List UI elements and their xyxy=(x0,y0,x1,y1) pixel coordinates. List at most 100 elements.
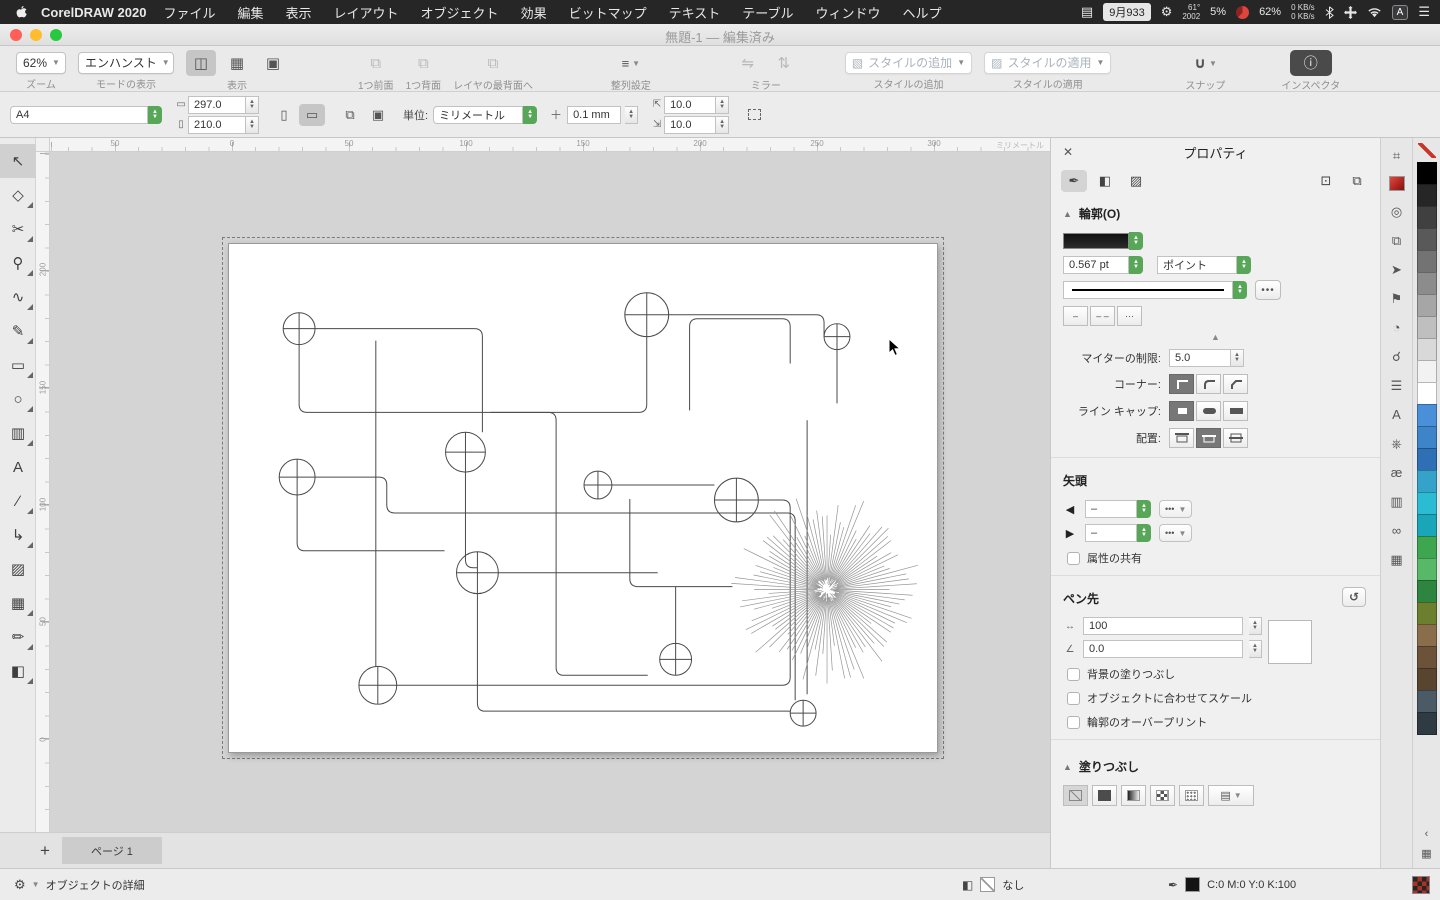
menu-item-2[interactable]: 編集 xyxy=(227,3,275,22)
snap-button[interactable]: ∪▼ xyxy=(1190,50,1220,76)
page-height-field[interactable]: 210.0 xyxy=(188,116,246,134)
fit-handles-docker-icon[interactable]: ⌗ xyxy=(1387,147,1407,164)
outline-color-swatch[interactable] xyxy=(1185,877,1200,892)
tab-fill[interactable]: ◧ xyxy=(1092,170,1118,192)
add-style-select[interactable]: ▧スタイルの追加▼ xyxy=(845,52,972,74)
round-cap-button[interactable] xyxy=(1196,401,1221,421)
all-pages-button[interactable]: ⧉ xyxy=(337,104,363,126)
object-data-docker-icon[interactable]: ◔ xyxy=(1387,319,1407,336)
object-styles-docker-icon[interactable]: ⚑ xyxy=(1387,290,1407,307)
overprint-outline-checkbox[interactable] xyxy=(1067,716,1080,729)
current-page-button[interactable]: ▣ xyxy=(365,104,391,126)
treat-as-filled-button[interactable] xyxy=(741,104,767,126)
zoom-docker-icon[interactable]: ☌ xyxy=(1387,348,1407,365)
gear-icon[interactable]: ⚙ xyxy=(14,877,26,893)
scale-with-object-checkbox[interactable] xyxy=(1067,692,1080,705)
chevron-down-icon[interactable]: ▼ xyxy=(32,880,40,889)
trace-path[interactable] xyxy=(299,345,648,676)
duplicate-y-stepper[interactable]: ▲▼ xyxy=(716,116,729,134)
drawing-page[interactable] xyxy=(228,243,938,753)
outline-units-stepper[interactable]: ▲▼ xyxy=(1237,256,1251,274)
gear-icon[interactable]: ⚙ xyxy=(1161,4,1173,20)
square-cap-button[interactable] xyxy=(1223,401,1248,421)
full-screen-preview-button[interactable]: ▣ xyxy=(258,50,288,76)
trace-path[interactable] xyxy=(669,315,824,337)
menu-item-4[interactable]: レイアウト xyxy=(323,3,410,22)
grid-docker-icon[interactable]: ▦ xyxy=(1387,551,1407,568)
battery-percent[interactable]: 5% xyxy=(1210,6,1226,18)
add-page-button[interactable]: + xyxy=(40,842,50,859)
duplicate-x-field[interactable]: 10.0 xyxy=(664,96,716,114)
palette-swatch-23[interactable] xyxy=(1417,646,1437,669)
portrait-button[interactable]: ▯ xyxy=(271,104,297,126)
palette-swatch-9[interactable] xyxy=(1417,338,1437,361)
freehand-tool[interactable]: ∿ xyxy=(0,280,36,314)
arrowhead-end-options[interactable]: •••▼ xyxy=(1159,524,1192,542)
nudge-field[interactable]: 0.1 mm xyxy=(567,106,621,124)
trace-path[interactable] xyxy=(630,499,733,587)
ruler-origin-corner[interactable] xyxy=(36,138,50,152)
butt-cap-button[interactable] xyxy=(1169,401,1194,421)
palette-swatch-16[interactable] xyxy=(1417,492,1437,515)
transparency-tool[interactable]: ▨ xyxy=(0,552,36,586)
trace-path[interactable] xyxy=(465,472,477,568)
weather-widget[interactable]: 61°2002 xyxy=(1182,3,1200,21)
outline-color-swatch[interactable] xyxy=(1063,233,1129,249)
dimension-tool[interactable]: ∕ xyxy=(0,484,36,518)
disk-usage-pie-icon[interactable] xyxy=(1236,6,1249,19)
nib-stretch-stepper[interactable]: ▲▼ xyxy=(1249,617,1262,635)
pattern-fill-button[interactable] xyxy=(1150,785,1175,806)
page-tab-1[interactable]: ページ 1 xyxy=(62,837,162,864)
document-palette-icon[interactable] xyxy=(1412,876,1430,894)
palette-swatch-1[interactable] xyxy=(1417,162,1437,185)
zoom-tool[interactable]: ⚲ xyxy=(0,246,36,280)
nib-angle-stepper[interactable]: ▲▼ xyxy=(1249,640,1262,658)
palette-swatch-24[interactable] xyxy=(1417,668,1437,691)
arrowhead-end-stepper[interactable]: ▲▼ xyxy=(1137,524,1151,542)
fill-color-swatch[interactable] xyxy=(980,877,995,892)
trace-path[interactable] xyxy=(490,337,646,413)
palette-swatch-22[interactable] xyxy=(1417,624,1437,647)
behind-fill-checkbox[interactable] xyxy=(1067,668,1080,681)
notes-icon[interactable]: ▤ xyxy=(1081,4,1093,20)
nudge-stepper[interactable]: ▲▼ xyxy=(625,106,638,124)
menu-item-3[interactable]: 表示 xyxy=(275,3,323,22)
trace-path[interactable] xyxy=(315,477,795,700)
text-tool[interactable]: A xyxy=(0,450,36,484)
page-size-stepper[interactable]: ▲▼ xyxy=(148,106,162,124)
nib-angle-field[interactable]: 0.0 xyxy=(1083,640,1243,658)
back-of-layer-button[interactable]: ⧉ xyxy=(478,50,508,76)
bevel-corner-button[interactable] xyxy=(1223,374,1248,394)
units-stepper[interactable]: ▲▼ xyxy=(523,106,537,124)
line-style-option-1-button[interactable]: – xyxy=(1063,306,1088,326)
glyphs-docker-icon[interactable]: æ xyxy=(1387,464,1407,481)
to-back-button[interactable]: ⧉ xyxy=(408,50,438,76)
arrowhead-start-stepper[interactable]: ▲▼ xyxy=(1137,500,1151,518)
landscape-button[interactable]: ▭ xyxy=(299,104,325,126)
palette-scroll-left-icon[interactable]: ‹ xyxy=(1425,828,1429,840)
page-width-field[interactable]: 297.0 xyxy=(188,96,246,114)
mirror-vertical-button[interactable]: ⇅ xyxy=(769,50,799,76)
universal-control-icon[interactable] xyxy=(1344,6,1357,19)
to-front-button[interactable]: ⧉ xyxy=(361,50,391,76)
palette-swatch-21[interactable] xyxy=(1417,602,1437,625)
view-mode-select[interactable]: エンハンスト▼ xyxy=(78,52,174,74)
fill-tool[interactable]: ◧ xyxy=(0,654,36,688)
palette-swatch-19[interactable] xyxy=(1417,558,1437,581)
arrowhead-start-options[interactable]: •••▼ xyxy=(1159,500,1192,518)
document-viewport[interactable] xyxy=(50,152,1050,832)
links-docker-icon[interactable]: ∞ xyxy=(1387,522,1407,539)
palette-swatch-15[interactable] xyxy=(1417,470,1437,493)
miter-limit-stepper[interactable]: ▲▼ xyxy=(1231,349,1244,367)
outline-width-stepper[interactable]: ▲▼ xyxy=(1129,256,1143,274)
palette-swatch-5[interactable] xyxy=(1417,250,1437,273)
stats-docker-icon[interactable]: ▥ xyxy=(1387,493,1407,510)
pick-tool[interactable]: ↖ xyxy=(0,144,36,178)
grid-view-button[interactable]: ▦ xyxy=(222,50,252,76)
objects-docker-icon[interactable]: ➤ xyxy=(1387,261,1407,278)
menu-item-7[interactable]: ビットマップ xyxy=(558,3,658,22)
palette-swatch-2[interactable] xyxy=(1417,184,1437,207)
polygon-tool[interactable]: ▥ xyxy=(0,416,36,450)
menu-item-11[interactable]: ヘルプ xyxy=(891,3,952,22)
uniform-fill-button[interactable] xyxy=(1092,785,1117,806)
